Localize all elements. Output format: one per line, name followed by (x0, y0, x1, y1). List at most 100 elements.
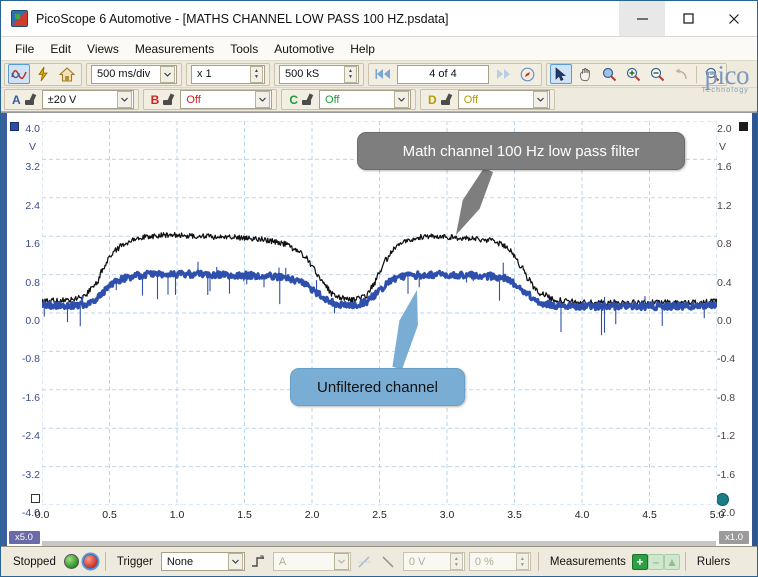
x-tick: 4.5 (642, 509, 657, 521)
x-tick: 2.5 (372, 509, 387, 521)
measurements-label: Measurements (549, 555, 626, 568)
minimize-button[interactable] (619, 1, 665, 36)
play-led-icon[interactable] (63, 554, 79, 569)
chevron-down-icon[interactable] (255, 91, 271, 108)
slope-rise-icon[interactable] (355, 552, 375, 571)
probe-icon[interactable] (161, 93, 175, 107)
probe-icon[interactable] (300, 93, 314, 107)
channel-b-range-combo[interactable]: Off (180, 90, 273, 109)
y-tick-right: -1.6 (717, 468, 736, 481)
y-tick-right: -1.2 (717, 430, 736, 443)
chevron-down-icon[interactable] (394, 91, 410, 108)
multiplier-group: x 1 ▲ ▼ (186, 62, 270, 86)
compass-icon[interactable] (516, 64, 538, 84)
channel-b[interactable]: B Off (142, 89, 278, 110)
scope-view[interactable]: 4.0 3.2 2.4 1.6 0.8 0.0 -0.8 -1.6 -2.4 -3.2 -4.0 V … (1, 112, 757, 547)
waveform-icon[interactable] (8, 64, 30, 84)
rising-edge-icon[interactable] (249, 552, 269, 571)
spinner-arrows-icon[interactable]: ▲ ▼ (250, 65, 263, 83)
trigger-source-value: A (278, 555, 287, 568)
edit-measurement-button[interactable]: ▲ (663, 553, 680, 570)
trigger-level-spinner[interactable]: 0 V ▲ ▼ (402, 552, 465, 571)
menu-measurements[interactable]: Measurements (135, 40, 225, 58)
x-tick: 5.0 (709, 509, 725, 521)
chevron-down-icon[interactable] (532, 91, 548, 108)
window-controls (619, 1, 757, 36)
channel-a-range: ±20 V (47, 93, 77, 106)
zoom-out-tool-icon[interactable] (646, 64, 668, 84)
stop-led-icon[interactable] (82, 554, 98, 569)
x-tick: 3.5 (507, 509, 522, 521)
undo-zoom-tool-icon[interactable] (670, 64, 692, 84)
close-button[interactable] (711, 1, 757, 36)
x-tick: 0.5 (102, 509, 117, 521)
rulers-label: Rulers (696, 555, 731, 568)
y-tick-left: -3.2 (21, 468, 40, 481)
zoom-in-tool-icon[interactable] (622, 64, 644, 84)
y-tick-right: -0.4 (717, 353, 736, 366)
spinner-arrows-icon[interactable]: ▲ ▼ (449, 553, 463, 570)
trigger-mode-combo[interactable]: None (160, 552, 245, 571)
waveform-plot (40, 120, 719, 506)
remove-measurement-button[interactable]: – (647, 553, 664, 570)
spinner-arrows-icon[interactable]: ▲ ▼ (344, 65, 357, 83)
plot-area[interactable] (40, 120, 719, 506)
menu-help[interactable]: Help (350, 40, 386, 58)
chevron-down-icon[interactable] (333, 553, 349, 570)
slope-fall-icon[interactable] (379, 552, 399, 571)
menu-file[interactable]: File (15, 40, 45, 58)
probe-icon[interactable] (439, 93, 453, 107)
menu-bar: File Edit Views Measurements Tools Autom… (1, 37, 757, 61)
right-rail (752, 113, 757, 547)
hand-tool-icon[interactable] (574, 64, 596, 84)
samples-spinner[interactable]: 500 kS ▲ ▼ (279, 64, 359, 84)
trigger-percent-spinner[interactable]: 0 % ▲ ▼ (468, 552, 531, 571)
zoom-tool-icon[interactable] (598, 64, 620, 84)
add-measurement-button[interactable]: + (631, 553, 648, 570)
channel-c[interactable]: C Off (281, 89, 417, 110)
lightning-icon[interactable] (32, 64, 54, 84)
maximize-button[interactable] (665, 1, 711, 36)
menu-views[interactable]: Views (87, 40, 130, 58)
channel-d-range-combo[interactable]: Off (457, 90, 550, 109)
chevron-down-icon[interactable] (227, 553, 243, 570)
fast-forward-icon[interactable] (492, 64, 514, 84)
timebase-combo[interactable]: 500 ms/div (91, 64, 177, 84)
channel-a-range-combo[interactable]: ±20 V (41, 90, 134, 109)
y-tick-right: 1.6 (717, 161, 732, 174)
menu-automotive[interactable]: Automotive (274, 40, 345, 58)
chevron-down-icon[interactable] (116, 91, 132, 108)
y-tick-left: 0.8 (25, 276, 40, 289)
chevron-down-icon[interactable] (160, 65, 175, 83)
left-scale-badge[interactable]: x5.0 (9, 531, 40, 544)
home-icon[interactable] (56, 64, 78, 84)
channel-a[interactable]: A ±20 V (4, 89, 139, 110)
trigger-level-value: 0 V (408, 555, 426, 568)
unfiltered-channel-callout: Unfiltered channel (290, 368, 465, 406)
status-separator (684, 552, 686, 571)
y-axis-left: 4.0 3.2 2.4 1.6 0.8 0.0 -0.8 -1.6 -2.4 -3.2 -4.0 V (7, 121, 40, 519)
samples-value: 500 kS (285, 68, 320, 80)
probe-icon[interactable] (23, 93, 37, 107)
page-indicator[interactable]: 4 of 4 (397, 64, 489, 84)
x-tick: 1.5 (237, 509, 252, 521)
status-separator (104, 552, 106, 571)
menu-edit[interactable]: Edit (50, 40, 82, 58)
rewind-icon[interactable] (372, 64, 394, 84)
math-channel-callout-text: Math channel 100 Hz low pass filter (402, 142, 640, 160)
spinner-arrows-icon[interactable]: ▲ ▼ (515, 553, 529, 570)
channel-c-range-combo[interactable]: Off (319, 90, 412, 109)
trigger-source-combo[interactable]: A (272, 552, 351, 571)
pointer-tool-icon[interactable] (550, 64, 572, 84)
y-tick-left: 0.0 (25, 315, 40, 327)
channel-d[interactable]: D Off (420, 89, 555, 110)
y-tick-left: 4.0 (25, 123, 40, 135)
channel-d-range: Off (463, 93, 479, 106)
multiplier-spinner[interactable]: x 1 ▲ ▼ (191, 64, 265, 84)
menu-tools[interactable]: Tools (230, 40, 269, 58)
right-scale-badge[interactable]: x1.0 (719, 531, 749, 544)
y-tick-right: -0.8 (717, 391, 736, 404)
samples-group: 500 kS ▲ ▼ (274, 62, 364, 86)
page-value: 4 of 4 (429, 68, 457, 80)
pico-logo-subtext: Technology (701, 87, 749, 94)
